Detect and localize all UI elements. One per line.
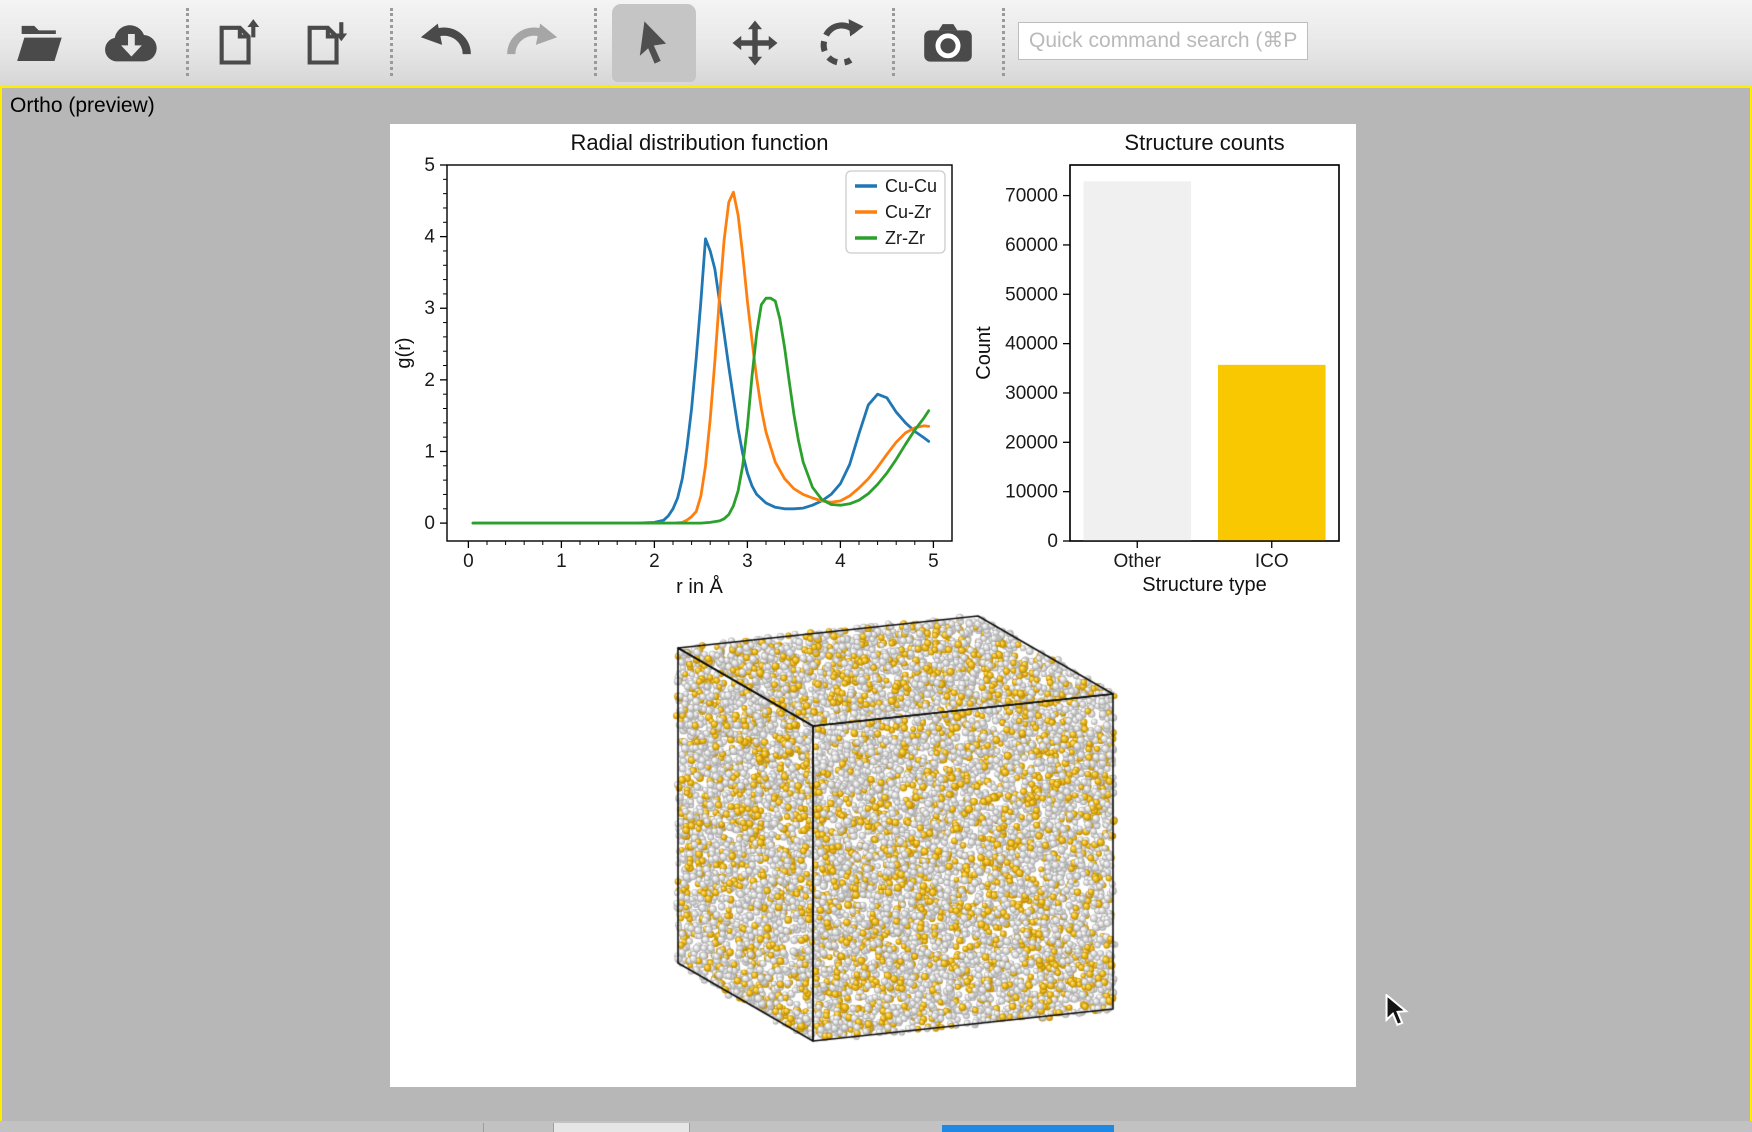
undo-arrow-icon	[417, 14, 475, 72]
svg-text:70000: 70000	[1005, 186, 1058, 207]
svg-text:0: 0	[463, 551, 474, 572]
cursor-arrow-icon	[629, 18, 679, 68]
toolbar-separator	[892, 8, 895, 76]
svg-text:1: 1	[556, 551, 567, 572]
svg-text:2: 2	[649, 551, 660, 572]
svg-text:5: 5	[424, 155, 435, 176]
file-import-button[interactable]	[294, 4, 360, 82]
svg-text:Structure counts: Structure counts	[1124, 130, 1284, 155]
svg-text:4: 4	[835, 551, 846, 572]
toolbar-separator	[390, 8, 393, 76]
svg-text:Zr-Zr: Zr-Zr	[885, 228, 925, 248]
svg-text:Structure type: Structure type	[1142, 574, 1267, 596]
undo-button[interactable]	[410, 4, 482, 82]
svg-text:Other: Other	[1113, 551, 1161, 572]
svg-text:0: 0	[424, 513, 435, 534]
svg-text:g(r): g(r)	[393, 337, 415, 368]
svg-text:0: 0	[1047, 531, 1058, 552]
move-arrows-icon	[730, 18, 780, 68]
svg-text:Count: Count	[973, 326, 995, 380]
svg-text:Radial distribution function: Radial distribution function	[570, 130, 828, 155]
redo-arrow-icon	[503, 14, 561, 72]
pan-mode-button[interactable]	[722, 4, 788, 82]
quick-command-search-input[interactable]	[1018, 22, 1308, 60]
application-window: Ortho (preview) 0 1 2 3 4 5 0 1 2 3 4 5 Radial distr…	[0, 0, 1752, 1132]
svg-text:1: 1	[424, 441, 435, 462]
svg-text:3: 3	[742, 551, 753, 572]
render-image-button[interactable]	[912, 4, 984, 82]
svg-text:60000: 60000	[1005, 235, 1058, 256]
svg-text:50000: 50000	[1005, 284, 1058, 305]
folder-open-icon	[14, 16, 68, 70]
svg-text:40000: 40000	[1005, 334, 1058, 355]
svg-text:30000: 30000	[1005, 383, 1058, 404]
viewport-label: Ortho (preview)	[10, 94, 155, 118]
rotate-circular-arrow-icon	[815, 17, 867, 69]
svg-text:ICO: ICO	[1255, 551, 1289, 572]
frame-slider-handle[interactable]	[942, 1125, 1114, 1132]
camera-icon	[920, 15, 976, 71]
file-down-arrow-icon	[301, 17, 353, 69]
simulation-cell-render	[600, 590, 1160, 1060]
rotate-mode-button[interactable]	[808, 4, 874, 82]
rdf-line-chart: 0 1 2 3 4 5 0 1 2 3 4 5 Radial distribution function…	[390, 120, 1000, 620]
toolbar-separator	[1002, 8, 1005, 76]
viewport-ortho[interactable]: Ortho (preview) 0 1 2 3 4 5 0 1 2 3 4 5 Radial distr…	[0, 86, 1752, 1123]
svg-text:Cu-Cu: Cu-Cu	[885, 176, 937, 196]
file-up-arrow-icon	[213, 17, 265, 69]
timeline-strip	[0, 1121, 1752, 1132]
svg-text:2: 2	[424, 370, 435, 391]
main-toolbar	[0, 0, 1752, 86]
svg-text:3: 3	[424, 298, 435, 319]
import-remote-file-button[interactable]	[94, 4, 164, 82]
svg-text:20000: 20000	[1005, 432, 1058, 453]
frame-spinbox[interactable]	[553, 1123, 690, 1132]
svg-text:4: 4	[424, 227, 435, 248]
mouse-cursor-icon	[1384, 994, 1414, 1028]
redo-button[interactable]	[496, 4, 568, 82]
svg-text:Cu-Zr: Cu-Zr	[885, 202, 931, 222]
structure-counts-bar-chart: 0 10000 20000 30000 40000 50000 60000 70000 Othe…	[960, 120, 1400, 620]
timeline-divider	[483, 1123, 484, 1132]
cloud-download-icon	[100, 14, 158, 72]
file-export-button[interactable]	[206, 4, 272, 82]
select-mode-button[interactable]	[612, 4, 696, 82]
open-file-button[interactable]	[8, 4, 74, 82]
svg-text:10000: 10000	[1005, 482, 1058, 503]
toolbar-separator	[186, 8, 189, 76]
toolbar-separator	[594, 8, 597, 76]
svg-text:5: 5	[928, 551, 939, 572]
